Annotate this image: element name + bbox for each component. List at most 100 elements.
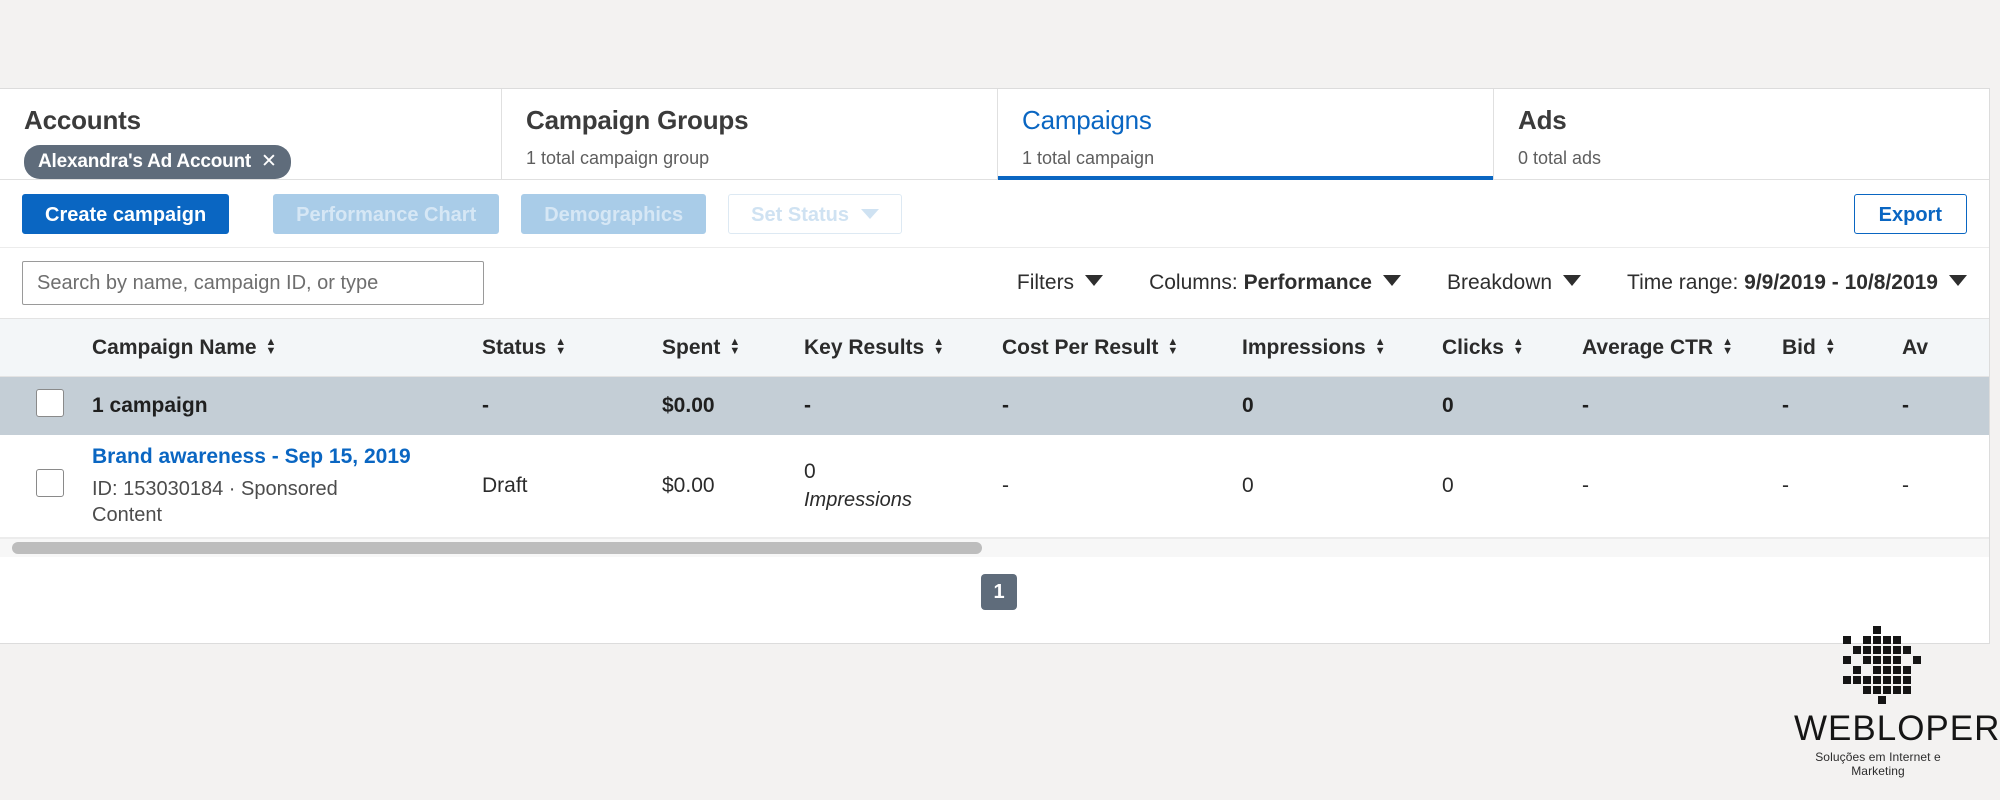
search-input[interactable]	[22, 261, 484, 305]
sort-icon[interactable]: ▲ ▼	[933, 336, 947, 356]
object-tabs: Accounts Alexandra's Ad Account ✕ Campai…	[0, 89, 1989, 180]
performance-chart-button[interactable]: Performance Chart	[273, 193, 500, 234]
action-toolbar: Create campaign Performance Chart Demogr…	[0, 180, 1989, 248]
tab-campaign-groups[interactable]: Campaign Groups 1 total campaign group	[502, 89, 998, 179]
sort-icon[interactable]: ▲ ▼	[266, 336, 280, 356]
select-all-header	[0, 319, 92, 377]
filter-bar: Filters Columns: Performance Breakdown T…	[0, 248, 1989, 318]
row-select-cell	[0, 435, 92, 538]
key-results-unit: Impressions	[804, 489, 912, 511]
tab-campaign-groups-title: Campaign Groups	[526, 105, 749, 135]
key-results-value: 0	[804, 460, 816, 483]
summary-cost-per-result-cell: -	[1002, 394, 1009, 417]
breakdown-label: Breakdown	[1446, 271, 1553, 294]
row-truncated-cell: -	[1902, 435, 1989, 538]
logo-wordmark: WEBLOPER	[1794, 709, 2000, 748]
table-horizontal-scrollbar[interactable]	[0, 538, 1989, 557]
column-header-truncated-label: Av	[1902, 335, 1929, 359]
demographics-button[interactable]: Demographics	[521, 193, 707, 234]
summary-bid-cell: -	[1782, 394, 1789, 417]
logo-tagline: Soluções em Internet e Marketing	[1815, 750, 1941, 778]
summary-spent-cell: $0.00	[662, 394, 715, 417]
campaigns-table: Campaign Name ▲ ▼ Status ▲ ▼ Spent ▲ ▼ Key Res…	[0, 318, 1989, 538]
campaign-manager-card: Accounts Alexandra's Ad Account ✕ Campai…	[0, 88, 1990, 644]
column-header-truncated[interactable]: Av	[1902, 319, 1989, 377]
account-filter-chip-label: Alexandra's Ad Account	[38, 150, 252, 172]
column-header-clicks[interactable]: Clicks ▲ ▼	[1442, 319, 1582, 377]
column-header-status-label: Status	[482, 335, 547, 359]
tab-campaign-groups-subtitle: 1 total campaign group	[526, 148, 710, 168]
column-header-key-results[interactable]: Key Results ▲ ▼	[804, 319, 1002, 377]
sort-icon[interactable]: ▲ ▼	[1513, 336, 1527, 356]
chevron-down-icon	[1085, 275, 1104, 286]
sort-icon[interactable]: ▲ ▼	[1167, 336, 1181, 356]
sort-icon[interactable]: ▲ ▼	[1722, 336, 1736, 356]
tab-ads[interactable]: Ads 0 total ads	[1494, 89, 1988, 179]
tab-ads-title: Ads	[1518, 105, 1567, 135]
column-header-bid[interactable]: Bid ▲ ▼	[1782, 319, 1902, 377]
column-header-spent[interactable]: Spent ▲ ▼	[662, 319, 804, 377]
table-header-row: Campaign Name ▲ ▼ Status ▲ ▼ Spent ▲ ▼ Key Res…	[0, 318, 1989, 377]
time-range-prefix: Time range:	[1627, 271, 1745, 294]
sort-icon[interactable]: ▲ ▼	[555, 336, 569, 356]
columns-value: Performance	[1243, 271, 1372, 294]
row-campaign-name-cell: Brand awareness - Sep 15, 2019 ID: 15303…	[92, 435, 482, 538]
column-header-campaign-name[interactable]: Campaign Name ▲ ▼	[92, 319, 482, 377]
row-spent-cell: $0.00	[662, 435, 804, 538]
column-header-clicks-label: Clicks	[1442, 335, 1504, 359]
column-header-impressions[interactable]: Impressions ▲ ▼	[1242, 319, 1442, 377]
table-row: Brand awareness - Sep 15, 2019 ID: 15303…	[0, 435, 1989, 538]
time-range-value: 9/9/2019 - 10/8/2019	[1744, 271, 1938, 294]
select-all-checkbox[interactable]	[36, 389, 64, 417]
column-header-status[interactable]: Status ▲ ▼	[482, 319, 662, 377]
filters-label: Filters	[1016, 271, 1075, 294]
columns-dropdown[interactable]: Columns: Performance	[1149, 271, 1401, 295]
weboper-logo-icon	[1843, 626, 1921, 704]
account-filter-chip[interactable]: Alexandra's Ad Account ✕	[24, 145, 291, 179]
chevron-down-icon	[1563, 275, 1582, 286]
column-header-cost-per-result[interactable]: Cost Per Result ▲ ▼	[1002, 319, 1242, 377]
summary-label-cell: 1 campaign	[92, 394, 208, 417]
create-campaign-button[interactable]: Create campaign	[22, 193, 230, 234]
filter-controls: Filters Columns: Performance Breakdown T…	[1017, 271, 1967, 295]
close-icon[interactable]: ✕	[261, 150, 277, 173]
row-cost-per-result-cell: -	[1002, 435, 1242, 538]
set-status-dropdown[interactable]: Set Status	[728, 193, 902, 234]
set-status-label: Set Status	[751, 203, 849, 226]
row-clicks-cell: 0	[1442, 435, 1582, 538]
campaign-name-link[interactable]: Brand awareness - Sep 15, 2019	[92, 445, 411, 468]
breakdown-dropdown[interactable]: Breakdown	[1446, 271, 1582, 295]
columns-prefix: Columns:	[1149, 271, 1244, 294]
time-range-dropdown[interactable]: Time range: 9/9/2019 - 10/8/2019	[1627, 271, 1967, 295]
export-button[interactable]: Export	[1853, 194, 1967, 234]
row-status-cell: Draft	[482, 435, 662, 538]
page-button-1[interactable]: 1	[981, 574, 1017, 610]
column-header-cost-per-result-label: Cost Per Result	[1002, 335, 1159, 359]
summary-select-all-cell	[0, 377, 92, 436]
row-impressions-cell: 0	[1242, 435, 1442, 538]
tab-campaigns[interactable]: Campaigns 1 total campaign	[998, 89, 1494, 180]
row-average-ctr-cell: -	[1582, 435, 1782, 538]
chevron-down-icon	[860, 208, 879, 219]
filters-dropdown[interactable]: Filters	[1016, 271, 1104, 295]
watermark-logo: WEBLOPER Soluções em Internet e Marketin…	[1794, 626, 2000, 778]
column-header-average-ctr[interactable]: Average CTR ▲ ▼	[1582, 319, 1782, 377]
summary-average-ctr-cell: -	[1582, 394, 1589, 417]
campaign-meta: ID: 153030184 · Sponsored Content	[92, 477, 338, 526]
tab-accounts[interactable]: Accounts Alexandra's Ad Account ✕	[0, 89, 502, 179]
tab-accounts-title: Accounts	[24, 105, 141, 135]
table-summary-row: 1 campaign - $0.00 - - 0 0 - - -	[0, 376, 1989, 436]
summary-status-cell: -	[482, 394, 489, 417]
sort-icon[interactable]: ▲ ▼	[729, 336, 743, 356]
summary-key-results-cell: -	[804, 394, 811, 417]
scrollbar-thumb[interactable]	[12, 542, 982, 554]
column-header-spent-label: Spent	[662, 335, 721, 359]
chevron-down-icon	[1382, 275, 1401, 286]
row-checkbox[interactable]	[36, 469, 64, 497]
tab-ads-subtitle: 0 total ads	[1518, 148, 1602, 168]
sort-icon[interactable]: ▲ ▼	[1375, 336, 1389, 356]
row-key-results-cell: 0 Impressions	[804, 435, 1002, 538]
chevron-down-icon	[1949, 275, 1967, 286]
sort-icon[interactable]: ▲ ▼	[1825, 336, 1839, 356]
tab-campaigns-title: Campaigns	[1022, 105, 1152, 135]
